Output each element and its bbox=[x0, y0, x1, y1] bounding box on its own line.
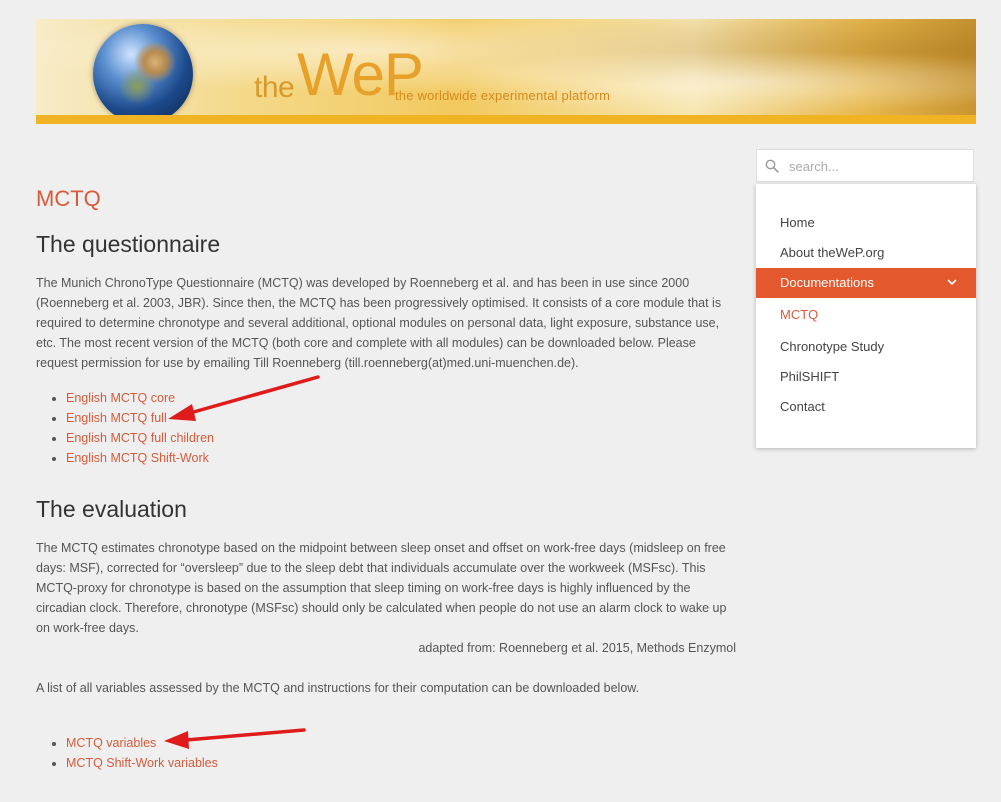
logo-tagline: the worldwide experimental platform bbox=[395, 88, 611, 103]
citation-text: adapted from: Roenneberg et al. 2015, Me… bbox=[418, 641, 736, 655]
sidebar-item-about[interactable]: About theWeP.org bbox=[756, 238, 976, 268]
menu-label: Chronotype Study bbox=[780, 339, 885, 354]
header-banner: the WeP the worldwide experimental platf… bbox=[36, 19, 976, 124]
globe-icon bbox=[93, 24, 193, 124]
list-item: MCTQ variables bbox=[66, 733, 218, 753]
sidebar-menu: Home About theWeP.org Documentations MCT… bbox=[756, 184, 976, 448]
list-item: English MCTQ full bbox=[66, 408, 214, 428]
link-english-mctq-core[interactable]: English MCTQ core bbox=[66, 391, 175, 405]
sidebar-item-documentations[interactable]: Documentations bbox=[756, 268, 976, 298]
link-mctq-variables[interactable]: MCTQ variables bbox=[66, 736, 156, 750]
variables-download-list: MCTQ variables MCTQ Shift-Work variables bbox=[36, 733, 218, 773]
link-english-mctq-full-children[interactable]: English MCTQ full children bbox=[66, 431, 214, 445]
search-icon bbox=[765, 159, 779, 173]
sidebar-item-contact[interactable]: Contact bbox=[756, 392, 976, 422]
link-mctq-shift-work-variables[interactable]: MCTQ Shift-Work variables bbox=[66, 756, 218, 770]
evaluation-paragraph: The MCTQ estimates chronotype based on t… bbox=[36, 541, 727, 635]
menu-label: MCTQ bbox=[780, 307, 819, 322]
logo-the-text: the bbox=[254, 71, 295, 104]
menu-label: PhilSHIFT bbox=[780, 369, 840, 384]
list-item: MCTQ Shift-Work variables bbox=[66, 753, 218, 773]
sidebar-item-chronotype-study[interactable]: Chronotype Study bbox=[756, 332, 976, 362]
list-item: English MCTQ core bbox=[66, 388, 214, 408]
questionnaire-download-list: English MCTQ core English MCTQ full Engl… bbox=[36, 388, 214, 468]
page-title: MCTQ bbox=[36, 186, 101, 211]
menu-label: Contact bbox=[780, 399, 825, 414]
menu-label: About theWeP.org bbox=[780, 245, 885, 260]
questionnaire-heading: The questionnaire bbox=[36, 231, 221, 257]
variables-intro: A list of all variables assessed by the … bbox=[36, 681, 640, 695]
sidebar-item-home[interactable]: Home bbox=[756, 208, 976, 238]
link-english-mctq-shift-work[interactable]: English MCTQ Shift-Work bbox=[66, 451, 209, 465]
sidebar-item-mctq[interactable]: MCTQ bbox=[756, 300, 976, 330]
link-english-mctq-full[interactable]: English MCTQ full bbox=[66, 411, 167, 425]
evaluation-heading: The evaluation bbox=[36, 496, 187, 522]
list-item: English MCTQ full children bbox=[66, 428, 214, 448]
menu-label: Documentations bbox=[780, 275, 874, 290]
search-input[interactable] bbox=[787, 151, 971, 182]
questionnaire-paragraph: The Munich ChronoType Questionnaire (MCT… bbox=[36, 276, 722, 370]
menu-label: Home bbox=[780, 215, 815, 230]
banner-strip bbox=[36, 115, 976, 124]
sidebar-item-philshift[interactable]: PhilSHIFT bbox=[756, 362, 976, 392]
chevron-down-icon[interactable] bbox=[946, 276, 958, 288]
search-box[interactable] bbox=[756, 149, 974, 182]
list-item: English MCTQ Shift-Work bbox=[66, 448, 214, 468]
